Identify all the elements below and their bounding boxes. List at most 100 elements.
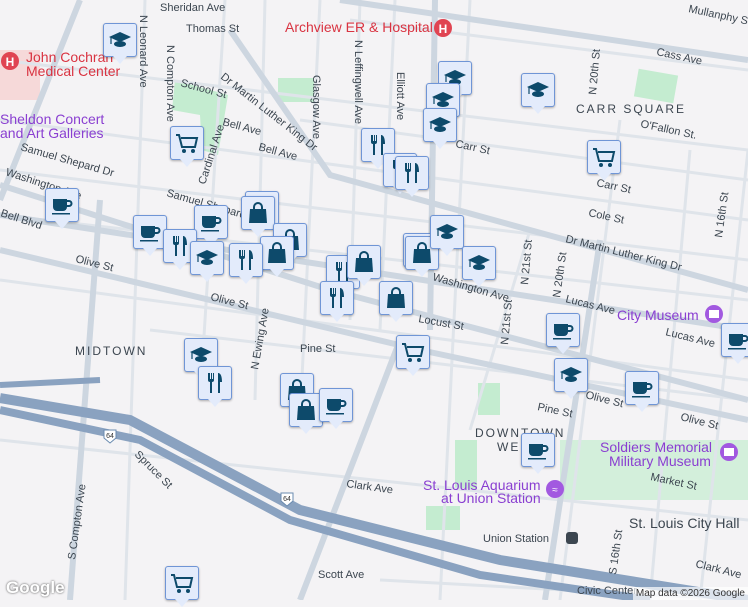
coffee-icon [50,193,74,217]
svg-text:≈: ≈ [552,485,558,496]
svg-text:N 16th St: N 16th St [713,191,731,238]
shop-icon [265,241,289,265]
svg-text:Pine St: Pine St [536,401,573,420]
school-icon [526,78,550,102]
cart-marker[interactable] [396,335,430,376]
cart-marker[interactable] [165,566,199,607]
coffee-icon [138,220,162,244]
svg-text:CARR SQUARE: CARR SQUARE [576,102,686,116]
coffee-marker[interactable] [45,188,79,229]
aquarium-icon: ≈ [546,480,564,498]
coffee-marker[interactable] [194,205,228,246]
coffee-icon [324,393,348,417]
coffee-icon [726,328,748,352]
restaurant-marker[interactable] [320,281,354,322]
museum-icon [720,443,738,461]
school-marker[interactable] [462,246,496,287]
school-icon [189,343,213,367]
svg-text:St. Louis City Hall: St. Louis City Hall [629,515,739,531]
school-icon [467,251,491,275]
svg-text:64: 64 [283,496,291,503]
svg-text:N 20th St: N 20th St [551,251,569,298]
shop-marker[interactable] [379,281,413,322]
shop-icon [294,398,318,422]
svg-text:S 16th St: S 16th St [607,529,625,575]
restaurant-marker[interactable] [198,366,232,407]
coffee-marker[interactable] [133,215,167,256]
shop-icon [384,286,408,310]
svg-text:H: H [439,22,448,36]
school-marker[interactable] [554,358,588,399]
svg-text:Bell Ave: Bell Ave [257,141,298,163]
train-station-icon [566,532,578,544]
shop-marker[interactable] [289,393,323,434]
coffee-marker[interactable] [625,371,659,412]
svg-text:and Art Galleries: and Art Galleries [0,125,104,141]
school-marker[interactable] [103,23,137,64]
svg-text:N Leonard Ave: N Leonard Ave [137,15,149,88]
cart-icon [170,571,194,595]
svg-text:Medical Center: Medical Center [26,63,120,79]
svg-text:N 20th St: N 20th St [587,49,603,96]
restaurant-icon [203,371,227,395]
restaurant-icon [325,286,349,310]
svg-text:Glasgow Ave: Glasgow Ave [310,75,322,139]
hospital-icon: H [434,19,452,37]
school-marker[interactable] [423,108,457,149]
coffee-marker[interactable] [319,388,353,429]
svg-text:Union Station: Union Station [483,533,549,545]
cart-icon [401,340,425,364]
svg-text:City Museum: City Museum [617,307,699,323]
svg-text:Scott Ave: Scott Ave [318,569,364,581]
svg-text:Bell Ave: Bell Ave [221,116,262,138]
school-icon [559,363,583,387]
shop-icon [246,201,270,225]
cart-icon [175,131,199,155]
svg-text:Carr St: Carr St [454,138,491,157]
restaurant-icon [168,234,192,258]
coffee-icon [526,438,550,462]
shop-marker[interactable] [347,245,381,286]
school-icon [108,28,132,52]
svg-text:MIDTOWN: MIDTOWN [75,344,147,358]
restaurant-marker[interactable] [229,243,263,284]
cart-marker[interactable] [170,126,204,167]
school-marker[interactable] [521,73,555,114]
coffee-icon [551,318,575,342]
svg-text:Archview ER & Hospital: Archview ER & Hospital [285,19,433,35]
school-marker[interactable] [430,215,464,256]
map-canvas[interactable]: 64 64 Sheridan Ave Thomas St N Leonard A… [0,0,748,600]
google-logo: Google [6,578,65,597]
shop-marker[interactable] [260,236,294,277]
hospital-icon: H [1,52,19,70]
svg-text:Mullanphy St: Mullanphy St [687,3,748,28]
svg-text:at Union Station: at Union Station [441,490,541,506]
restaurant-icon [234,248,258,272]
museum-icon [705,305,723,323]
school-marker[interactable] [190,241,224,282]
map-attribution: Map data ©2026 Google [632,587,748,600]
coffee-marker[interactable] [546,313,580,354]
svg-text:S Compton Ave: S Compton Ave [66,483,88,560]
school-icon [435,220,459,244]
shop-marker[interactable] [241,196,275,237]
restaurant-marker[interactable] [395,156,429,197]
svg-text:N Leffingwell Ave: N Leffingwell Ave [352,40,364,124]
svg-text:Dr Martin Luther King Dr: Dr Martin Luther King Dr [564,233,683,274]
svg-text:N Ewing Ave: N Ewing Ave [249,307,272,370]
svg-text:Thomas St: Thomas St [186,23,239,35]
cart-marker[interactable] [587,140,621,181]
svg-text:Elliott Ave: Elliott Ave [394,72,406,120]
svg-text:H: H [6,55,15,69]
svg-text:N 21st St: N 21st St [519,239,535,285]
svg-text:Civic Center: Civic Center [577,585,637,597]
coffee-marker[interactable] [721,323,748,364]
svg-text:N Compton Ave: N Compton Ave [164,45,176,122]
svg-text:Locust St: Locust St [417,313,464,333]
cart-icon [592,145,616,169]
coffee-icon [199,210,223,234]
svg-text:Pine St: Pine St [300,343,335,355]
coffee-icon [630,376,654,400]
coffee-marker[interactable] [521,433,555,474]
shop-icon [352,250,376,274]
